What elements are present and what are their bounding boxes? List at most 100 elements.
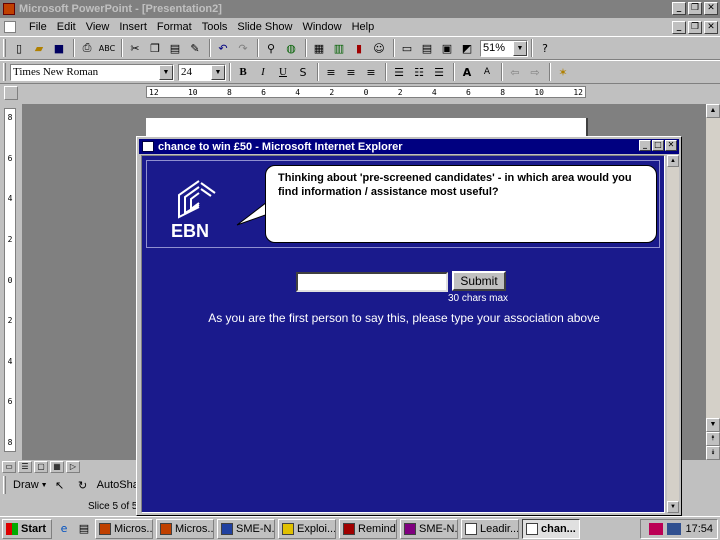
ie-scrollbar[interactable]: ▲ ▼: [667, 155, 679, 513]
font-size-dropdown[interactable]: 24 ▼: [178, 63, 226, 81]
ie-minimize-button[interactable]: _: [639, 140, 651, 151]
menu-slide-show[interactable]: Slide Show: [232, 21, 297, 33]
taskbar-button[interactable]: Micros...: [95, 518, 153, 539]
outline-view-button[interactable]: [4, 86, 18, 100]
select-objects-icon[interactable]: ↖: [51, 476, 69, 494]
align-right-icon[interactable]: ≡: [362, 63, 380, 81]
increase-font-icon[interactable]: A: [458, 63, 476, 81]
document-icon[interactable]: [4, 21, 16, 33]
paragraph-spacing-icon[interactable]: ☰: [430, 63, 448, 81]
help-icon[interactable]: ?: [536, 39, 554, 57]
scroll-up-icon[interactable]: ▲: [706, 104, 720, 118]
free-rotate-icon[interactable]: ↻: [74, 476, 92, 494]
minimize-button[interactable]: _: [672, 2, 686, 15]
new-slide-icon[interactable]: ▭: [398, 39, 416, 57]
apply-design-icon[interactable]: ▣: [438, 39, 456, 57]
redo-icon[interactable]: ↷: [234, 39, 252, 57]
decrease-font-icon[interactable]: A: [478, 63, 496, 81]
bullets-icon[interactable]: ☷: [410, 63, 428, 81]
align-center-icon[interactable]: ≡: [342, 63, 360, 81]
menu-edit[interactable]: Edit: [52, 21, 81, 33]
restore-button[interactable]: ❐: [688, 2, 702, 15]
hyperlink-icon[interactable]: ⚲: [262, 39, 280, 57]
open-icon[interactable]: ▰: [30, 39, 48, 57]
menu-tools[interactable]: Tools: [197, 21, 233, 33]
toolbar-grip[interactable]: [3, 39, 6, 57]
bold-button[interactable]: B: [234, 63, 252, 81]
previous-slide-icon[interactable]: ⯭: [706, 432, 720, 446]
taskbar-button[interactable]: chan...: [522, 518, 580, 539]
shadow-button[interactable]: S: [294, 63, 312, 81]
grayscale-icon[interactable]: ◩: [458, 39, 476, 57]
numbering-icon[interactable]: ☰: [390, 63, 408, 81]
undo-icon[interactable]: ↶: [214, 39, 232, 57]
menu-format[interactable]: Format: [152, 21, 197, 33]
slide-view-icon[interactable]: ▢: [34, 461, 48, 473]
taskbar-button[interactable]: Remind...: [339, 518, 397, 539]
draw-menu[interactable]: Draw ▼: [13, 479, 48, 491]
taskbar-button[interactable]: Leadir...: [461, 518, 519, 539]
size-arrow-icon[interactable]: ▼: [211, 64, 225, 80]
start-button[interactable]: Start: [2, 518, 52, 539]
slide-layout-icon[interactable]: ▤: [418, 39, 436, 57]
taskbar-button[interactable]: Micros...: [156, 518, 214, 539]
font-name-dropdown[interactable]: Times New Roman ▼: [10, 63, 174, 81]
submit-button[interactable]: Submit: [452, 271, 506, 291]
toolbar-grip-2[interactable]: [3, 63, 6, 81]
promote-icon[interactable]: ⇦: [506, 63, 524, 81]
next-slide-icon[interactable]: ⯯: [706, 446, 720, 460]
new-icon[interactable]: ▯: [10, 39, 28, 57]
autoshapes-menu[interactable]: AutoSha: [97, 479, 139, 491]
doc-minimize-button[interactable]: _: [672, 21, 686, 34]
insert-excel-icon[interactable]: ▥: [330, 39, 348, 57]
animation-effects-icon[interactable]: ✶: [554, 63, 572, 81]
cut-icon[interactable]: ✂: [126, 39, 144, 57]
print-icon[interactable]: ⎙: [78, 39, 96, 57]
doc-restore-button[interactable]: ❐: [688, 21, 702, 34]
paste-icon[interactable]: ▤: [166, 39, 184, 57]
vertical-scrollbar[interactable]: ▲ ▼ ⯭ ⯯: [706, 104, 720, 460]
taskbar-button[interactable]: SME-N...: [400, 518, 458, 539]
taskbar-button[interactable]: SME-N...: [217, 518, 275, 539]
tray-app-icon[interactable]: [649, 523, 664, 535]
outline-view-icon[interactable]: ☰: [18, 461, 32, 473]
answer-input[interactable]: [296, 272, 448, 292]
format-painter-icon[interactable]: ✎: [186, 39, 204, 57]
insert-clipart-icon[interactable]: ☺: [370, 39, 388, 57]
ie-scroll-down-icon[interactable]: ▼: [667, 501, 679, 513]
menu-help[interactable]: Help: [347, 21, 380, 33]
scroll-down-icon[interactable]: ▼: [706, 418, 720, 432]
copy-icon[interactable]: ❐: [146, 39, 164, 57]
font-arrow-icon[interactable]: ▼: [159, 64, 173, 80]
save-icon[interactable]: ■: [50, 39, 68, 57]
menu-window[interactable]: Window: [297, 21, 346, 33]
taskbar-button[interactable]: Exploi...: [278, 518, 336, 539]
insert-table-icon[interactable]: ▦: [310, 39, 328, 57]
doc-close-button[interactable]: ✕: [704, 21, 718, 34]
align-left-icon[interactable]: ≡: [322, 63, 340, 81]
ie-close-button[interactable]: ✕: [665, 140, 677, 151]
close-button[interactable]: ✕: [704, 2, 718, 15]
zoom-dropdown[interactable]: 51% ▼: [480, 39, 528, 57]
ie-quicklaunch-icon[interactable]: e: [56, 521, 72, 537]
menu-insert[interactable]: Insert: [114, 21, 152, 33]
tray-network-icon[interactable]: [667, 523, 682, 535]
menu-file[interactable]: File: [24, 21, 52, 33]
ie-page-icon[interactable]: [142, 141, 154, 152]
normal-view-icon[interactable]: ▭: [2, 461, 16, 473]
demote-icon[interactable]: ⇨: [526, 63, 544, 81]
menu-view[interactable]: View: [81, 21, 115, 33]
italic-button[interactable]: I: [254, 63, 272, 81]
insert-chart-icon[interactable]: ▮: [350, 39, 368, 57]
underline-button[interactable]: U: [274, 63, 292, 81]
zoom-arrow-icon[interactable]: ▼: [513, 40, 527, 56]
menu-bar: File Edit View Insert Format Tools Slide…: [0, 18, 720, 36]
slide-sorter-icon[interactable]: ▦: [50, 461, 64, 473]
web-toolbar-icon[interactable]: ◍: [282, 39, 300, 57]
spelling-icon[interactable]: ABC: [98, 39, 116, 57]
ie-maximize-button[interactable]: □: [652, 140, 664, 151]
ie-scroll-up-icon[interactable]: ▲: [667, 155, 679, 167]
slide-show-icon[interactable]: ▷: [66, 461, 80, 473]
powerpoint-app-icon[interactable]: [3, 3, 15, 15]
desktop-quicklaunch-icon[interactable]: ▤: [76, 521, 92, 537]
